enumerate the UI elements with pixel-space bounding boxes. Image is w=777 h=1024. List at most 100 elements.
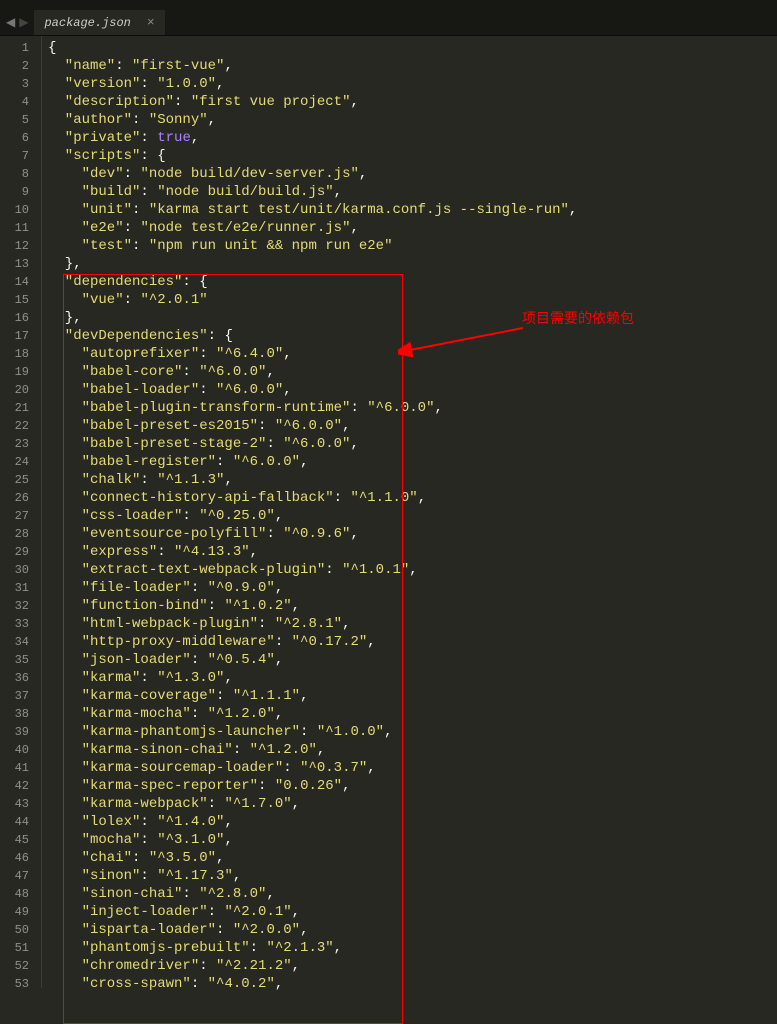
- tab-package-json[interactable]: package.json ×: [34, 10, 165, 35]
- line-number: 25: [8, 471, 29, 489]
- line-gutter: 1234567891011121314151617181920212223242…: [0, 36, 42, 988]
- line-number: 29: [8, 543, 29, 561]
- code-line[interactable]: "babel-core": "^6.0.0",: [48, 363, 577, 381]
- line-number: 27: [8, 507, 29, 525]
- code-line[interactable]: "version": "1.0.0",: [48, 75, 577, 93]
- line-number: 50: [8, 921, 29, 939]
- line-number: 36: [8, 669, 29, 687]
- code-line[interactable]: "karma": "^1.3.0",: [48, 669, 577, 687]
- code-line[interactable]: "karma-phantomjs-launcher": "^1.0.0",: [48, 723, 577, 741]
- line-number: 33: [8, 615, 29, 633]
- code-line[interactable]: "connect-history-api-fallback": "^1.1.0"…: [48, 489, 577, 507]
- line-number: 39: [8, 723, 29, 741]
- code-line[interactable]: "chalk": "^1.1.3",: [48, 471, 577, 489]
- line-number: 42: [8, 777, 29, 795]
- code-line[interactable]: "json-loader": "^0.5.4",: [48, 651, 577, 669]
- line-number: 8: [8, 165, 29, 183]
- line-number: 16: [8, 309, 29, 327]
- line-number: 23: [8, 435, 29, 453]
- line-number: 6: [8, 129, 29, 147]
- line-number: 52: [8, 957, 29, 975]
- line-number: 2: [8, 57, 29, 75]
- line-number: 53: [8, 975, 29, 993]
- code-line[interactable]: "vue": "^2.0.1": [48, 291, 577, 309]
- line-number: 24: [8, 453, 29, 471]
- code-line[interactable]: "mocha": "^3.1.0",: [48, 831, 577, 849]
- code-line[interactable]: {: [48, 39, 577, 57]
- line-number: 46: [8, 849, 29, 867]
- code-line[interactable]: "http-proxy-middleware": "^0.17.2",: [48, 633, 577, 651]
- code-line[interactable]: "express": "^4.13.3",: [48, 543, 577, 561]
- code-line[interactable]: "karma-webpack": "^1.7.0",: [48, 795, 577, 813]
- editor[interactable]: 1234567891011121314151617181920212223242…: [0, 36, 777, 988]
- line-number: 11: [8, 219, 29, 237]
- line-number: 32: [8, 597, 29, 615]
- line-number: 38: [8, 705, 29, 723]
- line-number: 1: [8, 39, 29, 57]
- title-bar: [0, 0, 777, 10]
- line-number: 34: [8, 633, 29, 651]
- code-line[interactable]: "cross-spawn": "^4.0.2",: [48, 975, 577, 993]
- code-line[interactable]: "test": "npm run unit && npm run e2e": [48, 237, 577, 255]
- line-number: 15: [8, 291, 29, 309]
- line-number: 48: [8, 885, 29, 903]
- line-number: 51: [8, 939, 29, 957]
- code-line[interactable]: "css-loader": "^0.25.0",: [48, 507, 577, 525]
- close-icon[interactable]: ×: [147, 15, 155, 30]
- code-line[interactable]: "karma-sinon-chai": "^1.2.0",: [48, 741, 577, 759]
- code-line[interactable]: "description": "first vue project",: [48, 93, 577, 111]
- code-line[interactable]: "babel-preset-stage-2": "^6.0.0",: [48, 435, 577, 453]
- code-line[interactable]: "karma-sourcemap-loader": "^0.3.7",: [48, 759, 577, 777]
- line-number: 45: [8, 831, 29, 849]
- code-line[interactable]: "karma-coverage": "^1.1.1",: [48, 687, 577, 705]
- line-number: 26: [8, 489, 29, 507]
- code-line[interactable]: "scripts": {: [48, 147, 577, 165]
- code-line[interactable]: "karma-spec-reporter": "0.0.26",: [48, 777, 577, 795]
- code-line[interactable]: "lolex": "^1.4.0",: [48, 813, 577, 831]
- code-line[interactable]: "function-bind": "^1.0.2",: [48, 597, 577, 615]
- code-line[interactable]: "karma-mocha": "^1.2.0",: [48, 705, 577, 723]
- code-line[interactable]: "eventsource-polyfill": "^0.9.6",: [48, 525, 577, 543]
- code-line[interactable]: "inject-loader": "^2.0.1",: [48, 903, 577, 921]
- line-number: 37: [8, 687, 29, 705]
- line-number: 19: [8, 363, 29, 381]
- code-line[interactable]: "babel-loader": "^6.0.0",: [48, 381, 577, 399]
- line-number: 14: [8, 273, 29, 291]
- code-line[interactable]: "dependencies": {: [48, 273, 577, 291]
- code-line[interactable]: "file-loader": "^0.9.0",: [48, 579, 577, 597]
- code-line[interactable]: "autoprefixer": "^6.4.0",: [48, 345, 577, 363]
- code-line[interactable]: "sinon-chai": "^2.8.0",: [48, 885, 577, 903]
- line-number: 43: [8, 795, 29, 813]
- line-number: 30: [8, 561, 29, 579]
- code-line[interactable]: "e2e": "node test/e2e/runner.js",: [48, 219, 577, 237]
- code-line[interactable]: "build": "node build/build.js",: [48, 183, 577, 201]
- code-line[interactable]: "chai": "^3.5.0",: [48, 849, 577, 867]
- tab-label: package.json: [44, 16, 130, 30]
- code-line[interactable]: "babel-preset-es2015": "^6.0.0",: [48, 417, 577, 435]
- code-line[interactable]: "isparta-loader": "^2.0.0",: [48, 921, 577, 939]
- line-number: 41: [8, 759, 29, 777]
- code-line[interactable]: "extract-text-webpack-plugin": "^1.0.1",: [48, 561, 577, 579]
- code-line[interactable]: },: [48, 255, 577, 273]
- code-line[interactable]: },: [48, 309, 577, 327]
- code-line[interactable]: "dev": "node build/dev-server.js",: [48, 165, 577, 183]
- code-line[interactable]: "phantomjs-prebuilt": "^2.1.3",: [48, 939, 577, 957]
- code-line[interactable]: "name": "first-vue",: [48, 57, 577, 75]
- line-number: 18: [8, 345, 29, 363]
- line-number: 28: [8, 525, 29, 543]
- line-number: 40: [8, 741, 29, 759]
- nav-forward-icon[interactable]: ▶: [19, 15, 28, 30]
- line-number: 31: [8, 579, 29, 597]
- code-line[interactable]: "chromedriver": "^2.21.2",: [48, 957, 577, 975]
- code-line[interactable]: "babel-register": "^6.0.0",: [48, 453, 577, 471]
- code-line[interactable]: "private": true,: [48, 129, 577, 147]
- nav-back-icon[interactable]: ◀: [6, 15, 15, 30]
- code-line[interactable]: "sinon": "^1.17.3",: [48, 867, 577, 885]
- code-line[interactable]: "html-webpack-plugin": "^2.8.1",: [48, 615, 577, 633]
- code-line[interactable]: "devDependencies": {: [48, 327, 577, 345]
- code-line[interactable]: "author": "Sonny",: [48, 111, 577, 129]
- code-content[interactable]: { "name": "first-vue", "version": "1.0.0…: [42, 36, 577, 988]
- line-number: 17: [8, 327, 29, 345]
- code-line[interactable]: "unit": "karma start test/unit/karma.con…: [48, 201, 577, 219]
- code-line[interactable]: "babel-plugin-transform-runtime": "^6.0.…: [48, 399, 577, 417]
